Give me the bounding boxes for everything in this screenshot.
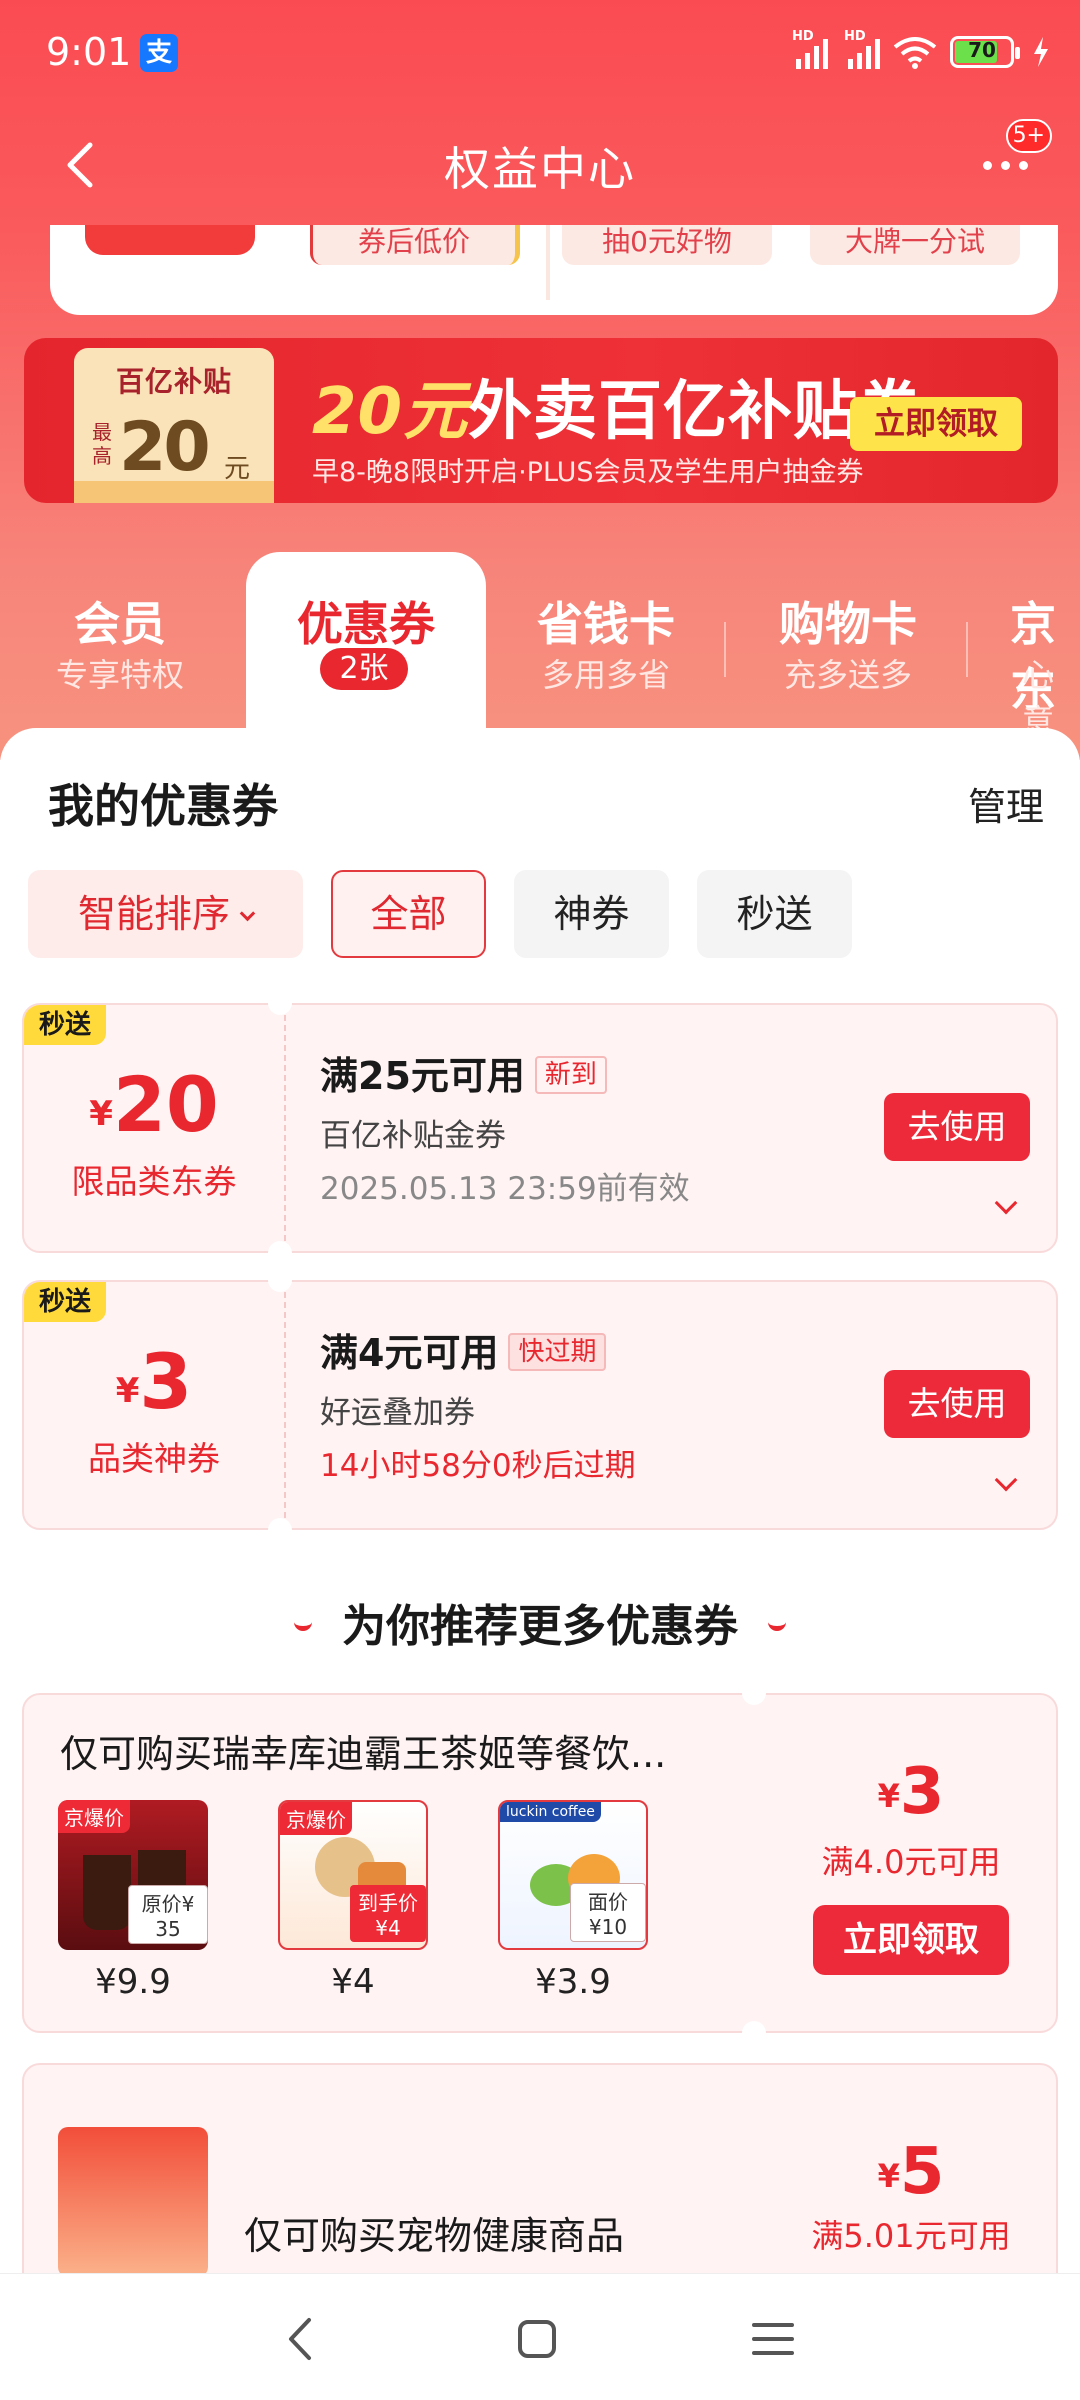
product-price: ¥3.9: [535, 1962, 611, 2002]
filter-all[interactable]: 全部: [331, 870, 486, 958]
recommend-condition: 满4.0元可用: [821, 1843, 1001, 1881]
message-badge: 5+: [1005, 119, 1052, 153]
filter-god-coupon[interactable]: 神券: [514, 870, 669, 958]
coupon-condition: 满25元可用 新到: [320, 1045, 607, 1100]
recommend-condition: 满5.01元可用: [811, 2217, 1011, 2255]
product-item[interactable]: 京爆价 到手价¥4 ¥4: [278, 1800, 428, 2002]
nav-home-icon[interactable]: [502, 2304, 572, 2374]
tab-coupons[interactable]: 优惠券 2张: [246, 552, 486, 732]
category-tabs: 会员 专享特权 优惠券 2张 省钱卡 多用多省 购物卡 充多送多 京东 心意: [0, 552, 1080, 732]
status-time: 9:01: [46, 30, 132, 74]
coupon-countdown: 14小时58分0秒后过期: [320, 1448, 636, 1484]
manage-button[interactable]: 管理: [968, 776, 1044, 831]
product-item[interactable]: luckin coffee 面价¥10 ¥3.9: [498, 1800, 648, 2002]
feature-pill-trial[interactable]: 大牌一分试: [810, 225, 1020, 265]
signal-icon-2: HD: [844, 29, 880, 69]
tab-member[interactable]: 会员 专享特权: [0, 552, 240, 732]
tab-shopping-card[interactable]: 购物卡 充多送多: [728, 552, 968, 732]
product-price: ¥4: [331, 1962, 375, 2002]
product-image: 京爆价 原价¥ 35: [58, 1800, 208, 1950]
subsidy-ticket: 百亿补贴 最高 20 元: [74, 348, 274, 503]
feature-pill-free[interactable]: 抽0元好物: [562, 225, 772, 265]
signal-icon: HD: [792, 29, 828, 69]
recommend-coupon-info: ¥5 满5.01元可用: [806, 2135, 1016, 2257]
charging-icon: [1034, 37, 1048, 67]
recommend-title: 为你推荐更多优惠券: [0, 1590, 1080, 1654]
status-icons: HD HD 70: [792, 29, 1050, 72]
ticket-amount: 20: [119, 408, 211, 487]
section-title: 我的优惠券: [48, 779, 278, 833]
feature-pill-low-price[interactable]: 券后低价: [310, 225, 520, 265]
expand-icon[interactable]: [994, 1191, 1018, 1215]
nav-back-icon[interactable]: [265, 2304, 335, 2374]
promo-banner[interactable]: 百亿补贴 最高 20 元 20元外卖百亿补贴券 早8-晚8限时开启·PLUS会员…: [24, 338, 1058, 503]
product-image: 京爆价 到手价¥4: [278, 1800, 428, 1950]
system-nav-bar: [0, 2273, 1080, 2400]
status-bar: 9:01 支 HD HD 70: [0, 0, 1080, 105]
coupon-amount: ¥3: [115, 1337, 193, 1426]
coupon-flag: 新到: [534, 1056, 607, 1094]
coupon-category: 品类神券: [88, 1439, 220, 1478]
coupon-sheet: 我的优惠券 管理 智能排序 全部 神券 秒送 秒送 ¥20 限品类东券 满25元…: [0, 728, 1080, 2293]
recommend-coupon-info: ¥3 满4.0元可用 立即领取: [806, 1755, 1016, 1975]
wifi-icon: [893, 37, 937, 69]
sort-dropdown[interactable]: 智能排序: [28, 870, 303, 958]
recommend-coupon-card[interactable]: 仅可购买宠物健康商品 ¥5 满5.01元可用: [22, 2063, 1058, 2293]
recommend-coupon-card[interactable]: 仅可购买瑞幸库迪霸王茶姬等餐饮... 京爆价 原价¥ 35 ¥9.9 京爆价 到…: [22, 1693, 1058, 2033]
nav-menu-icon[interactable]: [738, 2304, 808, 2374]
tab-jd-gift[interactable]: 京东 心意: [970, 552, 1080, 732]
nav-bar: 权益中心 5+: [0, 105, 1080, 225]
coupon-expiry: 2025.05.13 23:59前有效: [320, 1171, 690, 1207]
feature-button[interactable]: [85, 225, 255, 255]
alipay-icon: 支: [140, 34, 178, 72]
recommend-desc: 仅可购买瑞幸库迪霸王茶姬等餐饮...: [60, 1732, 667, 1776]
page-title: 权益中心: [444, 142, 636, 196]
battery-icon: 70: [950, 36, 1020, 68]
recommend-desc: 仅可购买宠物健康商品: [244, 2214, 625, 2258]
use-coupon-button[interactable]: 去使用: [884, 1093, 1030, 1161]
product-price: ¥9.9: [95, 1962, 171, 2002]
claim-now-button[interactable]: 立即领取: [850, 397, 1022, 451]
product-image: luckin coffee 面价¥10: [498, 1800, 648, 1950]
coupon-tag: 秒送: [24, 1005, 106, 1045]
coupon-count-badge: 2张: [320, 648, 408, 690]
use-coupon-button[interactable]: 去使用: [884, 1370, 1030, 1438]
claim-coupon-button[interactable]: 立即领取: [813, 1905, 1009, 1975]
ticket-unit: 元: [224, 454, 251, 484]
divider: [546, 225, 550, 300]
coupon-flag: 快过期: [508, 1333, 607, 1371]
banner-title: 20元外卖百亿补贴券: [312, 375, 924, 449]
coupon-tag: 秒送: [24, 1282, 106, 1322]
top-feature-card: 券后低价 抽0元好物 大牌一分试: [50, 225, 1058, 315]
coupon-name: 百亿补贴金券: [320, 1118, 506, 1154]
tab-savings-card[interactable]: 省钱卡 多用多省: [486, 552, 726, 732]
expand-icon[interactable]: [994, 1468, 1018, 1492]
ticket-label: 最高: [92, 420, 112, 468]
filter-instant[interactable]: 秒送: [697, 870, 852, 958]
banner-subtitle: 早8-晚8限时开启·PLUS会员及学生用户抽金券: [312, 457, 864, 488]
product-image: [58, 2127, 208, 2277]
chevron-down-icon: [239, 905, 256, 922]
coupon-name: 好运叠加券: [320, 1395, 475, 1431]
coupon-amount: ¥20: [89, 1060, 219, 1149]
recommend-amount: ¥5: [877, 2135, 945, 2209]
ticket-title: 百亿补贴: [115, 365, 232, 398]
recommend-amount: ¥3: [877, 1755, 945, 1829]
coupon-condition: 满4元可用 快过期: [320, 1322, 607, 1377]
coupon-category: 限品类东券: [71, 1162, 237, 1201]
coupon-card[interactable]: 秒送 ¥20 限品类东券 满25元可用 新到 百亿补贴金券 2025.05.13 …: [22, 1003, 1058, 1253]
product-item[interactable]: 京爆价 原价¥ 35 ¥9.9: [58, 1800, 208, 2002]
coupon-card[interactable]: 秒送 ¥3 品类神券 满4元可用 快过期 好运叠加券 14小时58分0秒后过期 去…: [22, 1280, 1058, 1530]
